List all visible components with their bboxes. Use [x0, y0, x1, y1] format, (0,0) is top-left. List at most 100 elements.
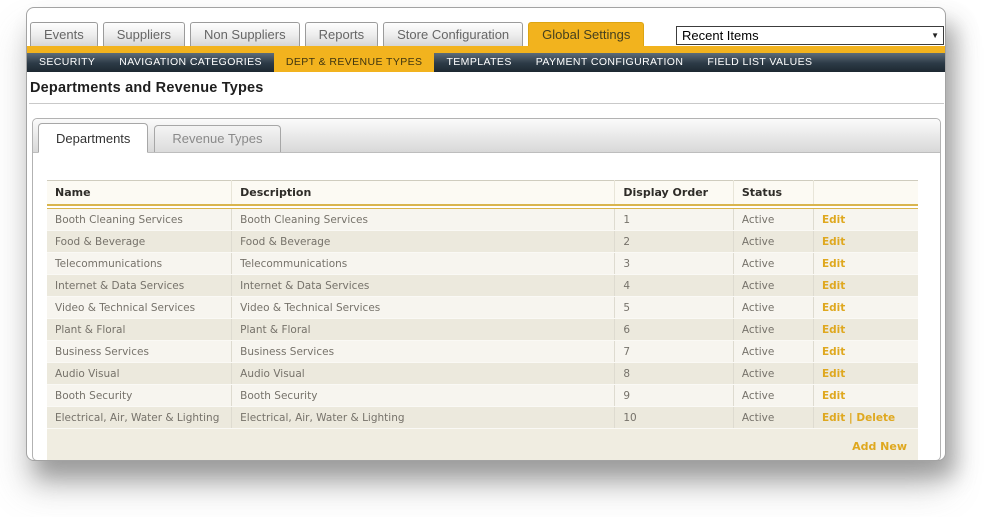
table-row: Business Services Business Services 7 Activ…	[47, 340, 918, 363]
title-divider	[29, 103, 944, 104]
cell-actions: Edit	[813, 208, 918, 231]
cell-description: Telecommunications	[231, 252, 616, 275]
cell-display-order: 1	[614, 208, 734, 231]
cell-display-order: 9	[614, 384, 734, 407]
cell-status: Active	[733, 274, 814, 297]
cell-name: Business Services	[47, 340, 233, 363]
cell-description: Booth Security	[231, 384, 616, 407]
cell-status: Active	[733, 296, 814, 319]
table-header: Name Description Display Order Status	[47, 180, 918, 209]
cell-description: Plant & Floral	[231, 318, 616, 341]
table-row: Audio Visual Audio Visual 8 Active Edit	[47, 362, 918, 385]
cell-actions: Edit	[813, 296, 918, 319]
cell-name: Video & Technical Services	[47, 296, 233, 319]
top-navigation: Events Suppliers Non Suppliers Reports Store…	[27, 22, 945, 46]
edit-link[interactable]: Edit	[822, 390, 845, 402]
cell-name: Booth Security	[47, 384, 233, 407]
table-row: Internet & Data Services Internet & Data …	[47, 274, 918, 297]
chevron-down-icon: ▼	[931, 31, 939, 40]
cell-actions: Edit	[813, 274, 918, 297]
top-tab-global-settings[interactable]: Global Settings	[528, 22, 645, 46]
cell-description: Electrical, Air, Water & Lighting	[231, 406, 616, 429]
recent-items-dropdown[interactable]: Recent Items ▼	[676, 26, 944, 45]
delete-link[interactable]: Delete	[856, 412, 895, 424]
edit-link[interactable]: Edit	[822, 236, 845, 248]
cell-status: Active	[733, 384, 814, 407]
sub-nav-item-dept-revenue-types[interactable]: DEPT & REVENUE TYPES	[273, 53, 435, 72]
cell-actions: Edit	[813, 384, 918, 407]
sub-nav-item-field-list-values[interactable]: FIELD LIST VALUES	[695, 53, 824, 72]
top-tab-reports[interactable]: Reports	[304, 22, 379, 46]
table-row: Food & Beverage Food & Beverage 2 Active Edi…	[47, 230, 918, 253]
cell-status: Active	[733, 230, 814, 253]
cell-status: Active	[733, 362, 814, 385]
page-heading-area: Departments and Revenue Types	[27, 72, 945, 104]
top-tab-events[interactable]: Events	[30, 22, 98, 46]
sub-nav-item-payment-configuration[interactable]: PAYMENT CONFIGURATION	[524, 53, 696, 72]
top-tab-non-suppliers[interactable]: Non Suppliers	[189, 22, 300, 46]
edit-link[interactable]: Edit	[822, 412, 845, 424]
sub-nav-item-security[interactable]: SECURITY	[27, 53, 107, 72]
top-tab-store-configuration[interactable]: Store Configuration	[383, 22, 524, 46]
action-separator: |	[845, 411, 857, 424]
cell-display-order: 8	[614, 362, 734, 385]
cell-actions: Edit	[813, 252, 918, 275]
edit-link[interactable]: Edit	[822, 346, 845, 358]
cell-description: Audio Visual	[231, 362, 616, 385]
departments-table: Name Description Display Order Status Booth…	[47, 180, 918, 460]
top-tab-group: Events Suppliers Non Suppliers Reports Store…	[30, 22, 649, 46]
edit-link[interactable]: Edit	[822, 214, 845, 226]
table-row: Booth Security Booth Security 9 Active Edit	[47, 384, 918, 407]
edit-link[interactable]: Edit	[822, 280, 845, 292]
edit-link[interactable]: Edit	[822, 368, 845, 380]
cell-actions: Edit	[813, 318, 918, 341]
top-tab-suppliers[interactable]: Suppliers	[102, 22, 185, 46]
cell-display-order: 10	[614, 406, 734, 429]
cell-display-order: 7	[614, 340, 734, 363]
cell-name: Internet & Data Services	[47, 274, 233, 297]
sub-nav-item-templates[interactable]: TEMPLATES	[434, 53, 523, 72]
edit-link[interactable]: Edit	[822, 302, 845, 314]
table-row: Video & Technical Services Video & Techni…	[47, 296, 918, 319]
cell-description: Video & Technical Services	[231, 296, 616, 319]
cell-name: Booth Cleaning Services	[47, 208, 233, 231]
table-row: Telecommunications Telecommunications 3 Act…	[47, 252, 918, 275]
table-row: Plant & Floral Plant & Floral 6 Active Edit	[47, 318, 918, 341]
cell-display-order: 6	[614, 318, 734, 341]
accent-strip	[27, 46, 945, 53]
settings-sub-nav: SECURITY NAVIGATION CATEGORIES DEPT & REVE…	[27, 53, 945, 72]
column-header-name: Name	[47, 180, 233, 206]
cell-actions: Edit	[813, 340, 918, 363]
dept-revenue-panel: Departments Revenue Types Name Description…	[32, 118, 941, 460]
table-row: Electrical, Air, Water & Lighting Electri…	[47, 406, 918, 429]
panel-tab-departments[interactable]: Departments	[38, 123, 149, 153]
column-header-actions	[813, 180, 918, 206]
edit-link[interactable]: Edit	[822, 258, 845, 270]
panel-tab-bar: Departments Revenue Types	[33, 119, 940, 153]
cell-status: Active	[733, 208, 814, 231]
table-header-row: Name Description Display Order Status	[47, 180, 918, 206]
app-window: Events Suppliers Non Suppliers Reports Store…	[26, 7, 946, 461]
cell-actions: Edit	[813, 230, 918, 253]
sub-nav-item-navigation-categories[interactable]: NAVIGATION CATEGORIES	[107, 53, 274, 72]
edit-link[interactable]: Edit	[822, 324, 845, 336]
cell-status: Active	[733, 252, 814, 275]
table-body: Booth Cleaning Services Booth Cleaning Se…	[47, 208, 918, 429]
table-footer-row: Add New	[47, 428, 918, 460]
panel-tab-revenue-types[interactable]: Revenue Types	[154, 125, 281, 152]
cell-description: Booth Cleaning Services	[231, 208, 616, 231]
cell-display-order: 4	[614, 274, 734, 297]
cell-name: Electrical, Air, Water & Lighting	[47, 406, 233, 429]
column-header-description: Description	[231, 180, 616, 206]
departments-table-wrap: Name Description Display Order Status Booth…	[47, 180, 918, 460]
cell-description: Food & Beverage	[231, 230, 616, 253]
cell-description: Internet & Data Services	[231, 274, 616, 297]
cell-name: Telecommunications	[47, 252, 233, 275]
column-header-status: Status	[733, 180, 814, 206]
recent-items-value: Recent Items	[682, 28, 759, 43]
cell-name: Food & Beverage	[47, 230, 233, 253]
cell-name: Audio Visual	[47, 362, 233, 385]
cell-status: Active	[733, 318, 814, 341]
table-footer: Add New	[47, 428, 918, 460]
add-new-link[interactable]: Add New	[852, 440, 907, 453]
